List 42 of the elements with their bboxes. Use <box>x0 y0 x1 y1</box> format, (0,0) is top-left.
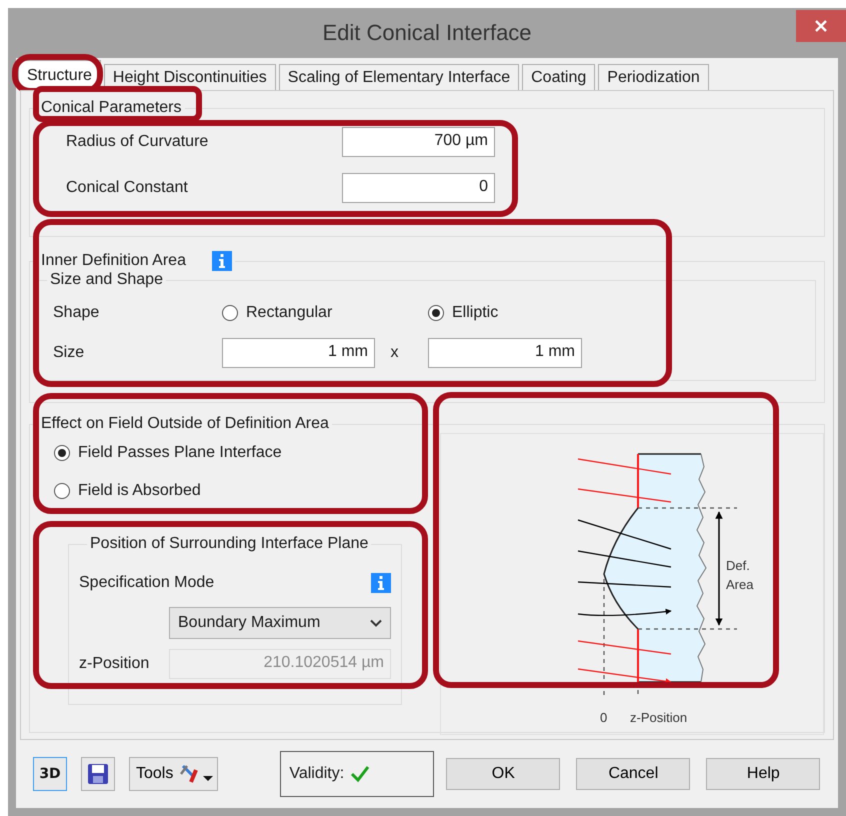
tab[interactable]: Scaling of Elementary Interface <box>278 64 520 90</box>
field-label: Shape <box>53 304 100 322</box>
dialog-button[interactable]: OK <box>446 758 560 790</box>
field-label: Radius of Curvature <box>66 133 210 151</box>
tab[interactable]: Coating <box>522 64 596 90</box>
radio-button[interactable]: Field Passes Plane Interface <box>54 435 282 471</box>
input-field[interactable]: 0 <box>342 173 495 203</box>
window-title: Edit Conical Interface <box>322 20 532 46</box>
save-button[interactable] <box>81 757 115 791</box>
input-field[interactable]: 1 mm <box>428 338 582 368</box>
diagram-label: Area <box>726 577 754 592</box>
group-title: Size and Shape <box>49 271 164 289</box>
field-label: Size <box>53 344 86 362</box>
input-field[interactable]: 1 mm <box>222 338 375 368</box>
validity-label: Validity: <box>289 765 344 783</box>
axis-label: z-Position <box>630 710 688 725</box>
input-field[interactable]: 700 µm <box>342 127 495 157</box>
tab[interactable]: Periodization <box>598 64 709 90</box>
tools-button[interactable]: Tools <box>129 757 218 791</box>
radio-button[interactable]: Elliptic <box>428 304 582 322</box>
close-icon <box>814 19 828 33</box>
field-label: z-Position <box>79 655 150 673</box>
view-3d-button[interactable]: 3D <box>33 757 67 791</box>
group-title: Effect on Field Outside of Definition Area <box>40 415 330 433</box>
radio-button[interactable]: Rectangular <box>222 304 375 322</box>
dialog-button[interactable]: Cancel <box>576 758 690 790</box>
group-title: Conical Parameters <box>40 99 182 117</box>
group-title: Inner Definition Area <box>41 252 186 270</box>
axis-label: 0 <box>600 710 608 725</box>
field-label: Conical Constant <box>66 179 189 197</box>
tab[interactable]: Height Discontinuities <box>104 64 276 90</box>
diagram-label: Def. <box>726 558 750 573</box>
info-icon[interactable] <box>212 251 232 271</box>
radio-button[interactable]: Field is Absorbed <box>54 473 201 509</box>
dialog-button[interactable]: Help <box>706 758 820 790</box>
chevron-down-icon <box>370 619 382 627</box>
field-label: Specification Mode <box>79 574 214 592</box>
close-button[interactable] <box>796 10 846 42</box>
dropdown[interactable]: Boundary Maximum <box>169 607 391 639</box>
group-title: Position of Surrounding Interface Plane <box>89 535 370 553</box>
info-icon[interactable] <box>371 573 391 593</box>
separator-label: x <box>390 344 400 362</box>
